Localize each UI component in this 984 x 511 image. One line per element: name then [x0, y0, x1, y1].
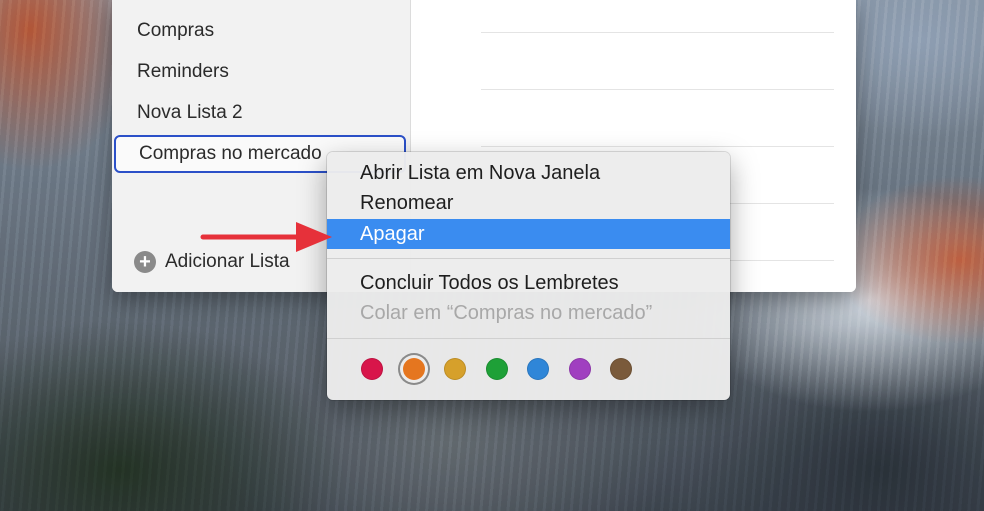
reminder-row-divider	[481, 146, 834, 147]
menu-separator	[327, 338, 730, 339]
color-swatch-purple[interactable]	[568, 358, 591, 380]
sidebar-item-nova-lista-2[interactable]: Nova Lista 2	[137, 99, 243, 127]
annotation-arrow-icon	[200, 222, 332, 252]
color-swatch-orange[interactable]	[402, 358, 425, 380]
menu-item-rename[interactable]: Renomear	[327, 188, 730, 218]
menu-separator	[327, 258, 730, 259]
color-swatch-blue[interactable]	[527, 358, 549, 380]
color-swatch-green[interactable]	[485, 358, 508, 380]
reminder-row-divider	[481, 89, 834, 90]
color-swatch-brown[interactable]	[610, 358, 632, 380]
context-menu: Abrir Lista em Nova Janela Renomear Apag…	[327, 152, 730, 400]
menu-item-paste-into: Colar em “Compras no mercado”	[360, 302, 653, 324]
menu-item-delete[interactable]: Apagar	[327, 219, 730, 249]
menu-item-complete-all[interactable]: Concluir Todos os Lembretes	[327, 268, 730, 298]
plus-circle-icon: +	[134, 251, 156, 273]
sidebar-item-reminders[interactable]: Reminders	[137, 58, 229, 86]
sidebar-item-compras[interactable]: Compras	[137, 17, 214, 45]
reminder-row-divider	[481, 32, 834, 33]
color-swatch-red[interactable]	[361, 358, 383, 380]
menu-item-open-in-new-window[interactable]: Abrir Lista em Nova Janela	[327, 158, 730, 188]
color-swatch-yellow[interactable]	[444, 358, 466, 380]
